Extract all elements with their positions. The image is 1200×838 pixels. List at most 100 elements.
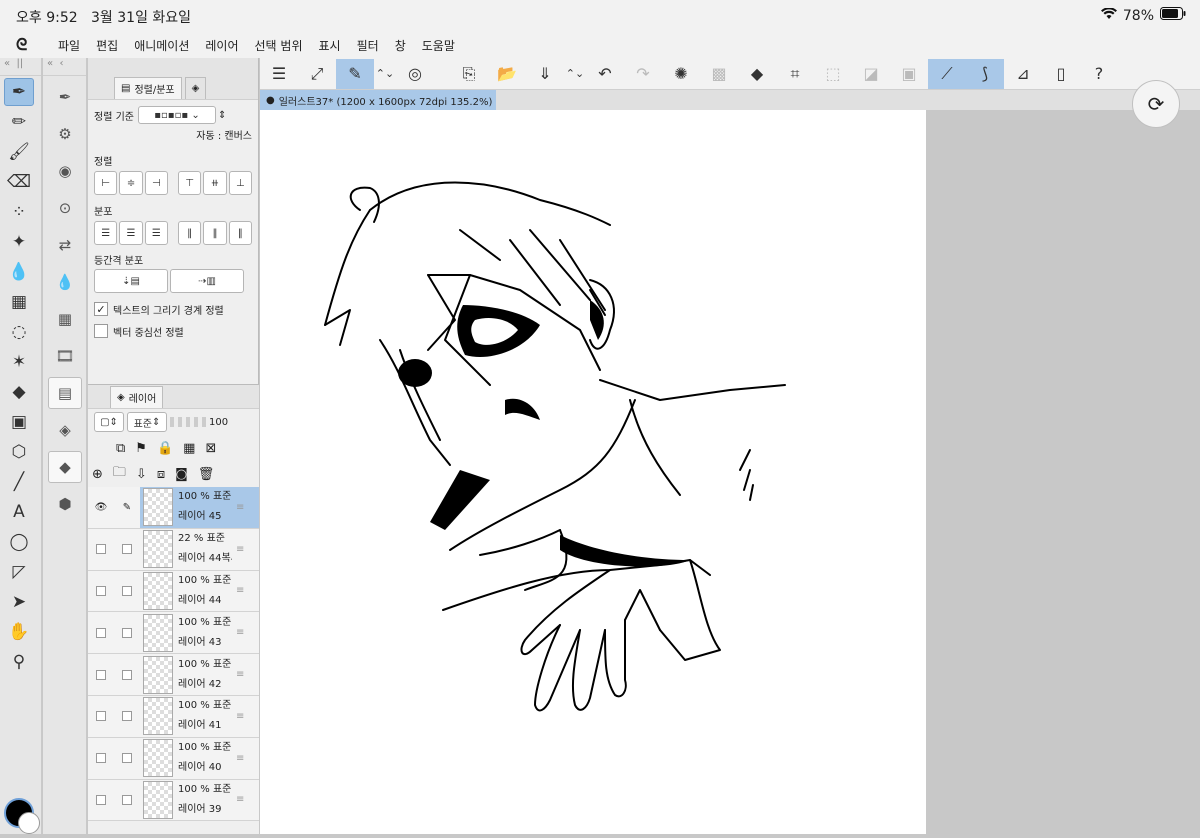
visibility-eye-icon[interactable]: 👁: [95, 502, 108, 513]
edit-target-toggle[interactable]: [122, 711, 132, 722]
reference-layer-icon[interactable]: ⚑: [135, 441, 147, 456]
layer-row[interactable]: 100 % 표준 레이어 39 ≡: [88, 779, 259, 822]
save-icon[interactable]: ⇓: [526, 59, 564, 89]
menu-filter[interactable]: 필터: [357, 37, 379, 54]
visibility-toggle[interactable]: [96, 753, 106, 764]
collapse-arrows-icon[interactable]: « ‹: [43, 58, 86, 76]
new-raster-layer-icon[interactable]: ⊕: [92, 467, 103, 482]
layer-drag-handle-icon[interactable]: ≡: [236, 711, 244, 722]
vector-center-checkbox[interactable]: [94, 324, 108, 338]
fill-tool-icon[interactable]: ◆: [4, 378, 34, 406]
updown-arrows-icon[interactable]: ⌃⌄: [564, 59, 586, 89]
lock-transparency-icon[interactable]: ▦: [183, 441, 195, 456]
layer-row[interactable]: 100 % 표준 레이어 40 ≡: [88, 737, 259, 780]
layer-drag-handle-icon[interactable]: ≡: [236, 585, 244, 596]
align-basis-selector[interactable]: ▪▫▪▫▪ ⌄: [137, 106, 216, 124]
drawing-canvas[interactable]: [260, 110, 926, 834]
visibility-toggle[interactable]: [96, 585, 106, 596]
airbrush-tool-icon[interactable]: ⁘: [4, 198, 34, 226]
equal-distribute-vertical-button[interactable]: ⇣▤: [94, 269, 168, 293]
clear-icon[interactable]: ▩: [700, 59, 738, 89]
edit-target-pen-icon[interactable]: ✎: [123, 502, 131, 513]
menu-help[interactable]: 도움말: [422, 37, 455, 54]
collapse-arrows-icon[interactable]: « ||: [0, 58, 41, 76]
opacity-value[interactable]: 100: [209, 417, 228, 428]
redo-icon[interactable]: ↷: [624, 59, 662, 89]
navigator-icon[interactable]: ⊙: [48, 192, 82, 224]
snap-to-ruler-icon[interactable]: ⟋: [928, 58, 966, 89]
smart-smoothing-icon[interactable]: ◎: [396, 59, 434, 89]
align-basis-stepper[interactable]: ⇕: [218, 110, 226, 121]
distribute-left-button[interactable]: ‖: [177, 221, 202, 245]
edit-target-toggle[interactable]: [122, 627, 132, 638]
clip-layer-icon[interactable]: ⧉: [116, 441, 125, 456]
material-icon[interactable]: ⬢: [48, 488, 82, 520]
tab-align[interactable]: ▤ 정렬/분포: [114, 77, 182, 99]
visibility-toggle[interactable]: [96, 544, 106, 555]
layer-row[interactable]: 👁 ✎ 100 % 표준 레이어 45 ≡: [88, 487, 259, 529]
layer-drag-handle-icon[interactable]: ≡: [236, 544, 244, 555]
edit-target-toggle[interactable]: [122, 544, 132, 555]
align-top-button[interactable]: ⊤: [177, 171, 202, 195]
menu-file[interactable]: 파일: [58, 37, 80, 54]
transfer-layer-icon[interactable]: ⇩: [136, 467, 147, 482]
select-border-icon[interactable]: ▣: [890, 59, 928, 89]
updown-arrows-icon[interactable]: ⌃⌄: [374, 59, 396, 89]
gradient-tool-icon[interactable]: ▣: [4, 408, 34, 436]
layer-row[interactable]: 100 % 표준 레이어 42 ≡: [88, 654, 259, 696]
tab-layer[interactable]: ◈ 레이어: [110, 386, 164, 408]
object-select-tool-icon[interactable]: ➤: [4, 588, 34, 616]
distribute-right-button[interactable]: ‖: [228, 221, 252, 245]
lock-icon[interactable]: 🔒: [157, 441, 173, 456]
color-swatches[interactable]: [4, 798, 40, 834]
visibility-toggle[interactable]: [96, 669, 106, 680]
layer-drag-handle-icon[interactable]: ≡: [236, 627, 244, 638]
edit-target-toggle[interactable]: [122, 794, 132, 805]
layer-drag-handle-icon[interactable]: ≡: [236, 794, 244, 805]
menu-edit[interactable]: 편집: [96, 37, 118, 54]
merge-layer-icon[interactable]: ⧈: [157, 467, 165, 482]
tab-extra[interactable]: ◈: [184, 77, 207, 99]
layer-drag-handle-icon[interactable]: ≡: [236, 669, 244, 680]
layer-drag-handle-icon[interactable]: ≡: [236, 753, 244, 764]
align-bottom-button[interactable]: ⊥: [228, 171, 252, 195]
menu-layer[interactable]: 레이어: [205, 37, 238, 54]
pencil-tool-icon[interactable]: ✏: [4, 108, 34, 136]
sub-color-swatch[interactable]: [18, 812, 40, 834]
menu-window[interactable]: 창: [395, 37, 406, 54]
blend-tool-icon[interactable]: 💧: [4, 258, 34, 286]
timeline-icon[interactable]: 🎞: [48, 340, 82, 372]
align-panel-icon[interactable]: ▤: [48, 377, 82, 409]
layer-mask-icon[interactable]: ◙: [175, 467, 188, 482]
brush-size-icon[interactable]: ◉: [48, 155, 82, 187]
snap-to-special-ruler-icon[interactable]: ⟆: [966, 58, 1004, 89]
deselect-icon[interactable]: ⬚: [814, 59, 852, 89]
layer-drag-handle-icon[interactable]: ≡: [236, 502, 244, 513]
layer-row[interactable]: 100 % 표준 레이어 41 ≡: [88, 695, 259, 738]
color-wheel-icon[interactable]: 💧: [48, 266, 82, 298]
edit-target-toggle[interactable]: [122, 753, 132, 764]
delete-layer-icon[interactable]: 🗑: [198, 467, 215, 482]
align-left-button[interactable]: ⊢: [94, 171, 118, 195]
visibility-toggle[interactable]: [96, 627, 106, 638]
frame-tool-icon[interactable]: ▦: [4, 288, 34, 316]
menu-view[interactable]: 표시: [319, 37, 341, 54]
text-tool-icon[interactable]: A: [4, 498, 34, 526]
distribute-top-button[interactable]: ☰: [94, 221, 118, 245]
rotate-canvas-button[interactable]: ⟳: [1132, 80, 1180, 128]
blend-mode-select[interactable]: 표준 ⇕: [127, 412, 167, 432]
canvas-area[interactable]: [260, 110, 1200, 834]
pen-tool-icon[interactable]: ✒: [4, 78, 34, 106]
loading-spinner-icon[interactable]: ✺: [662, 59, 700, 89]
align-vcenter-button[interactable]: ⧺: [203, 171, 227, 195]
decoration-tool-icon[interactable]: ✦: [4, 228, 34, 256]
layer-property-icon[interactable]: ◈: [48, 414, 82, 446]
color-set-icon[interactable]: ▦: [48, 303, 82, 335]
layer-panel-icon[interactable]: ◆: [48, 451, 82, 483]
magic-wand-tool-icon[interactable]: ✶: [4, 348, 34, 376]
layer-row[interactable]: 100 % 표준 레이어 44 ≡: [88, 570, 259, 613]
edit-target-toggle[interactable]: [122, 585, 132, 596]
equal-distribute-horizontal-button[interactable]: ⇢▥: [170, 269, 244, 293]
lasso-tool-icon[interactable]: ◌: [4, 318, 34, 346]
align-hcenter-button[interactable]: ≑: [119, 171, 143, 195]
